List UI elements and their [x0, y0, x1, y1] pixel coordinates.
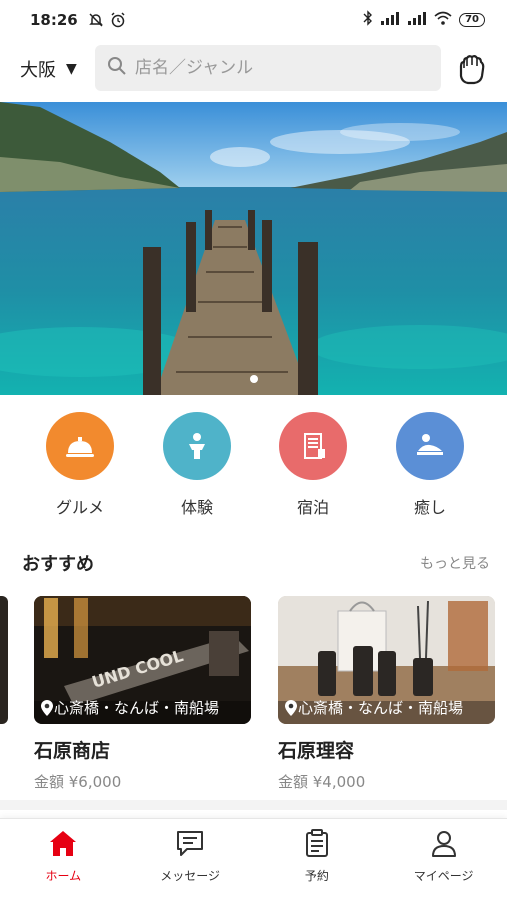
- spa-icon: [396, 412, 464, 480]
- carousel-indicator: [0, 375, 507, 383]
- hero-banner[interactable]: [0, 102, 507, 395]
- location-text: 心斎橋・なんば・南船場: [54, 699, 220, 717]
- signal-icon-2: [407, 11, 427, 29]
- section-divider: [0, 800, 507, 810]
- partial-card[interactable]: [0, 596, 8, 724]
- shop-photo: 心斎橋・なんば・南船場: [278, 596, 495, 724]
- search-input[interactable]: [135, 58, 415, 78]
- location-label: 心斎橋・なんば・南船場: [284, 697, 491, 718]
- category-label: 癒し: [413, 498, 446, 517]
- recommended-header: おすすめ もっと見る: [22, 550, 490, 576]
- message-icon: [175, 829, 205, 861]
- nav-home[interactable]: ホーム: [0, 819, 127, 900]
- location-pin-icon: [41, 699, 53, 716]
- category-row: グルメ 体験 宿泊 癒し: [0, 412, 507, 522]
- category-label: グルメ: [55, 498, 104, 517]
- alarm-icon: [110, 12, 126, 28]
- category-label: 体験: [180, 498, 213, 517]
- city-label: 大阪: [20, 60, 56, 81]
- location-label: 心斎橋・なんば・南船場: [40, 697, 247, 718]
- header: 大阪 ▼: [0, 42, 507, 96]
- status-bar: 18:26 70: [0, 0, 507, 40]
- shop-price: 金額 ¥6,000: [34, 773, 122, 791]
- bluetooth-icon: [363, 10, 373, 30]
- shop-name: 石原商店: [34, 740, 111, 762]
- nav-label: マイページ: [413, 869, 474, 883]
- nav-label: メッセージ: [160, 869, 220, 883]
- city-selector[interactable]: 大阪 ▼: [20, 56, 77, 82]
- battery-indicator: 70: [459, 13, 485, 27]
- shop-photo: UND COOL 心斎橋・なんば・南船場: [34, 596, 251, 724]
- mute-notifications-icon: [88, 12, 104, 28]
- search-icon: [107, 56, 127, 80]
- signal-icon: [380, 11, 400, 29]
- service-bell-icon: [46, 412, 114, 480]
- person-icon: [163, 412, 231, 480]
- search-bar[interactable]: [95, 45, 441, 91]
- location-text: 心斎橋・なんば・南船場: [298, 699, 464, 717]
- wifi-icon: [434, 11, 452, 29]
- shop-name: 石原理容: [278, 740, 355, 762]
- clipboard-icon: [302, 829, 332, 861]
- category-relaxation[interactable]: 癒し: [380, 412, 480, 518]
- category-label: 宿泊: [296, 498, 329, 517]
- shop-card[interactable]: 心斎橋・なんば・南船場 石原理容 金額 ¥4,000: [278, 596, 495, 792]
- shop-card[interactable]: UND COOL 心斎橋・なんば・南船場 石原商店 金額 ¥6,000: [34, 596, 251, 792]
- banner-image: [0, 102, 507, 395]
- nav-reservations[interactable]: 予約: [254, 819, 381, 900]
- nav-messages[interactable]: メッセージ: [127, 819, 254, 900]
- caret-down-icon: ▼: [66, 61, 77, 77]
- carousel-dot[interactable]: [249, 375, 258, 383]
- building-icon: [279, 412, 347, 480]
- user-icon: [429, 829, 459, 861]
- see-more-link[interactable]: もっと見る: [420, 553, 490, 573]
- category-experience[interactable]: 体験: [147, 412, 247, 518]
- hand-icon[interactable]: [455, 52, 489, 86]
- nav-label: ホーム: [45, 869, 82, 883]
- location-pin-icon: [285, 699, 297, 716]
- nav-label: 予約: [304, 869, 329, 883]
- shop-price: 金額 ¥4,000: [278, 773, 366, 791]
- section-title: おすすめ: [22, 554, 94, 575]
- home-icon: [48, 829, 78, 861]
- bottom-nav: ホーム メッセージ 予約 マイページ: [0, 818, 507, 900]
- nav-mypage[interactable]: マイページ: [380, 819, 507, 900]
- status-time: 18:26: [30, 11, 78, 29]
- category-gourmet[interactable]: グルメ: [30, 412, 130, 518]
- category-lodging[interactable]: 宿泊: [263, 412, 363, 518]
